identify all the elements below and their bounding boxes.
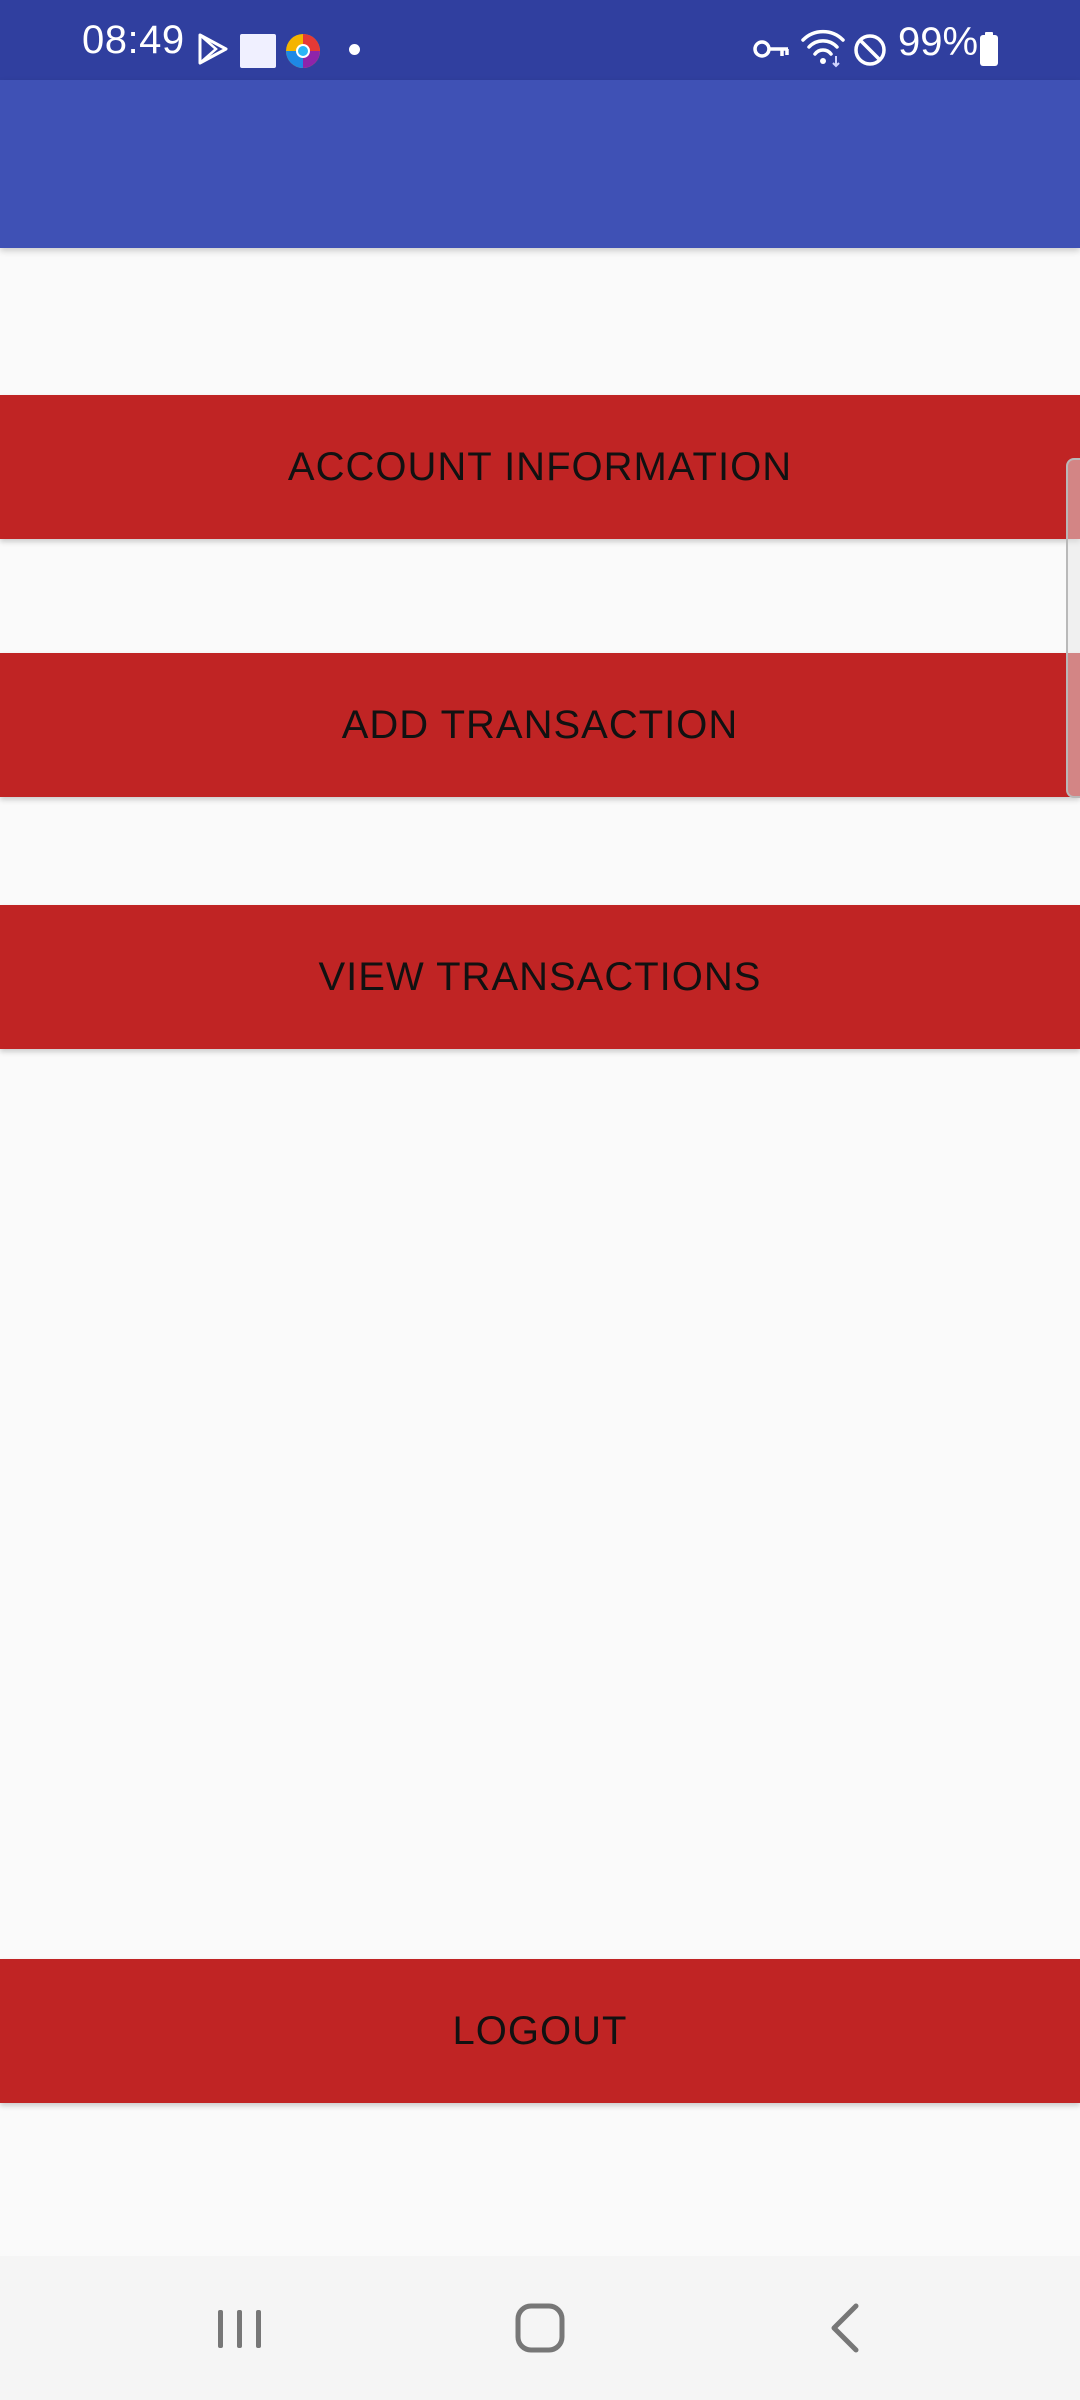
scroll-indicator[interactable] xyxy=(1066,458,1080,798)
view-transactions-button[interactable]: VIEW TRANSACTIONS xyxy=(0,905,1080,1049)
home-icon[interactable] xyxy=(514,2302,566,2354)
account-information-button[interactable]: ACCOUNT INFORMATION xyxy=(0,395,1080,539)
logout-button[interactable]: LOGOUT xyxy=(0,1959,1080,2103)
back-icon[interactable] xyxy=(826,2302,862,2354)
recents-icon[interactable] xyxy=(212,2306,268,2352)
do-not-disturb-icon xyxy=(854,34,886,66)
status-bar: 08:49 99% xyxy=(0,0,1080,80)
wifi-icon xyxy=(801,29,845,68)
dot-icon xyxy=(349,44,360,55)
browser-icon xyxy=(286,34,320,68)
battery-icon xyxy=(980,32,998,66)
add-transaction-button[interactable]: ADD TRANSACTION xyxy=(0,653,1080,797)
app-bar xyxy=(0,80,1080,248)
square-notification-icon xyxy=(240,34,276,68)
vpn-key-icon xyxy=(753,40,789,58)
status-time: 08:49 xyxy=(82,18,185,62)
battery-percent: 99% xyxy=(898,20,979,64)
play-store-icon xyxy=(198,33,228,65)
